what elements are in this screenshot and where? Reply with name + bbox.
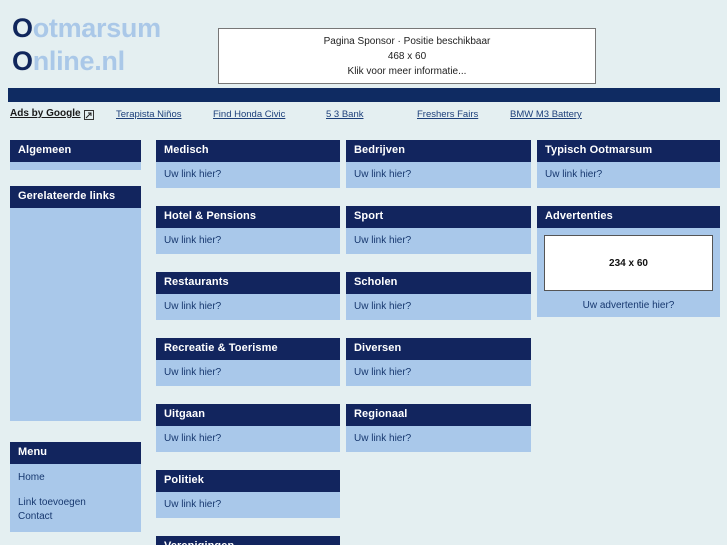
logo-rest-1: otmarsum xyxy=(32,13,161,43)
ad-link-5[interactable]: BMW M3 Battery xyxy=(510,109,582,120)
panel-menu-title: Menu xyxy=(10,442,141,464)
category-title: Verenigingen xyxy=(156,536,340,545)
header-divider-bar xyxy=(8,88,720,102)
category-body[interactable]: Uw link hier? xyxy=(346,228,531,254)
ad-link-1[interactable]: Terapista Niños xyxy=(116,109,181,120)
panel-algemeen-title: Algemeen xyxy=(10,140,141,162)
category-body[interactable]: Uw link hier? xyxy=(156,492,340,518)
category-box-bedrijven: Bedrijven Uw link hier? xyxy=(346,140,531,188)
advertenties-caption[interactable]: Uw advertentie hier? xyxy=(537,295,720,317)
category-body[interactable]: Uw link hier? xyxy=(156,426,340,452)
category-body[interactable]: Uw link hier? xyxy=(156,228,340,254)
panel-gerelateerde-links: Gerelateerde links xyxy=(10,186,141,421)
panel-menu-body: Home Link toevoegen Contact xyxy=(10,464,141,532)
category-body[interactable]: Uw link hier? xyxy=(156,360,340,386)
category-title: Politiek xyxy=(156,470,340,492)
logo-line-1: Ootmarsum xyxy=(12,13,161,44)
category-title: Recreatie & Toerisme xyxy=(156,338,340,360)
category-column-b: Bedrijven Uw link hier? Sport Uw link hi… xyxy=(346,140,531,470)
category-box-sport: Sport Uw link hier? xyxy=(346,206,531,254)
logo-cap-2: O xyxy=(12,46,33,76)
advertenties-caption-text: Uw advertentie hier? xyxy=(582,300,675,311)
menu-item-home[interactable]: Home xyxy=(18,471,133,485)
panel-menu: Menu Home Link toevoegen Contact xyxy=(10,442,141,532)
external-link-icon xyxy=(83,109,94,120)
category-column-c: Typisch Ootmarsum Uw link hier? Adverten… xyxy=(537,140,720,335)
google-ads-strip: Ads by Google Terapista Niños Find Honda… xyxy=(0,104,727,126)
category-link[interactable]: Uw link hier? xyxy=(354,433,411,444)
category-box-uitgaan: Uitgaan Uw link hier? xyxy=(156,404,340,452)
sponsor-line-1: Pagina Sponsor · Positie beschikbaar xyxy=(323,35,491,47)
category-box-verenigingen: Verenigingen Uw link hier? xyxy=(156,536,340,545)
category-body[interactable]: Uw link hier? xyxy=(156,294,340,320)
menu-spacer xyxy=(18,485,133,496)
panel-advertenties-title: Advertenties xyxy=(537,206,720,228)
ads-by-google-text: Ads by Google xyxy=(10,108,81,119)
category-link[interactable]: Uw link hier? xyxy=(354,169,411,180)
category-title: Sport xyxy=(346,206,531,228)
menu-item-contact[interactable]: Contact xyxy=(18,510,133,524)
category-title: Medisch xyxy=(156,140,340,162)
category-box-typisch-ootmarsum: Typisch Ootmarsum Uw link hier? xyxy=(537,140,720,188)
panel-gerelateerde-links-body xyxy=(10,208,141,421)
category-title: Diversen xyxy=(346,338,531,360)
sponsor-line-3: Klik voor meer informatie... xyxy=(347,65,467,77)
category-link[interactable]: Uw link hier? xyxy=(164,301,221,312)
category-link[interactable]: Uw link hier? xyxy=(545,169,602,180)
sponsor-line-2: 468 x 60 xyxy=(387,50,427,62)
logo-rest-2: nline.nl xyxy=(32,46,125,76)
page-header: Ootmarsum Online.nl Pagina Sponsor · Pos… xyxy=(0,0,727,88)
category-body[interactable]: Uw link hier? xyxy=(156,162,340,188)
category-link[interactable]: Uw link hier? xyxy=(354,301,411,312)
category-link[interactable]: Uw link hier? xyxy=(164,433,221,444)
logo-line-2: Online.nl xyxy=(12,46,161,77)
advertenties-banner-size: 234 x 60 xyxy=(609,257,648,269)
category-link[interactable]: Uw link hier? xyxy=(164,367,221,378)
category-link[interactable]: Uw link hier? xyxy=(354,235,411,246)
panel-gerelateerde-links-title: Gerelateerde links xyxy=(10,186,141,208)
category-link[interactable]: Uw link hier? xyxy=(164,169,221,180)
category-box-hotel-pensions: Hotel & Pensions Uw link hier? xyxy=(156,206,340,254)
ad-link-3[interactable]: 5 3 Bank xyxy=(326,109,364,120)
category-title: Typisch Ootmarsum xyxy=(537,140,720,162)
category-box-scholen: Scholen Uw link hier? xyxy=(346,272,531,320)
ad-link-2[interactable]: Find Honda Civic xyxy=(213,109,285,120)
category-column-a: Medisch Uw link hier? Hotel & Pensions U… xyxy=(156,140,340,545)
category-body[interactable]: Uw link hier? xyxy=(346,426,531,452)
advertenties-banner-holder: 234 x 60 xyxy=(537,228,720,295)
category-title: Bedrijven xyxy=(346,140,531,162)
category-title: Regionaal xyxy=(346,404,531,426)
category-title: Scholen xyxy=(346,272,531,294)
category-title: Hotel & Pensions xyxy=(156,206,340,228)
panel-algemeen: Algemeen xyxy=(10,140,141,170)
category-box-recreatie-toerisme: Recreatie & Toerisme Uw link hier? xyxy=(156,338,340,386)
left-sidebar: Algemeen Gerelateerde links Menu Home Li… xyxy=(10,140,141,545)
category-box-politiek: Politiek Uw link hier? xyxy=(156,470,340,518)
category-body[interactable]: Uw link hier? xyxy=(537,162,720,188)
category-box-regionaal: Regionaal Uw link hier? xyxy=(346,404,531,452)
page-root: Ootmarsum Online.nl Pagina Sponsor · Pos… xyxy=(0,0,727,545)
ad-link-4[interactable]: Freshers Fairs xyxy=(417,109,478,120)
category-link[interactable]: Uw link hier? xyxy=(164,235,221,246)
menu-item-link-toevoegen[interactable]: Link toevoegen xyxy=(18,496,133,510)
category-title: Uitgaan xyxy=(156,404,340,426)
ads-by-google-label[interactable]: Ads by Google xyxy=(10,108,94,120)
panel-algemeen-body xyxy=(10,162,141,170)
advertenties-banner[interactable]: 234 x 60 xyxy=(544,235,713,291)
category-box-medisch: Medisch Uw link hier? xyxy=(156,140,340,188)
category-body[interactable]: Uw link hier? xyxy=(346,162,531,188)
site-logo[interactable]: Ootmarsum Online.nl xyxy=(12,13,161,77)
category-link[interactable]: Uw link hier? xyxy=(164,499,221,510)
category-box-diversen: Diversen Uw link hier? xyxy=(346,338,531,386)
category-title: Restaurants xyxy=(156,272,340,294)
category-body[interactable]: Uw link hier? xyxy=(346,294,531,320)
category-link[interactable]: Uw link hier? xyxy=(354,367,411,378)
category-box-restaurants: Restaurants Uw link hier? xyxy=(156,272,340,320)
category-body[interactable]: Uw link hier? xyxy=(346,360,531,386)
logo-cap-1: O xyxy=(12,13,33,43)
sponsor-banner[interactable]: Pagina Sponsor · Positie beschikbaar 468… xyxy=(218,28,596,84)
panel-advertenties: Advertenties 234 x 60 Uw advertentie hie… xyxy=(537,206,720,317)
